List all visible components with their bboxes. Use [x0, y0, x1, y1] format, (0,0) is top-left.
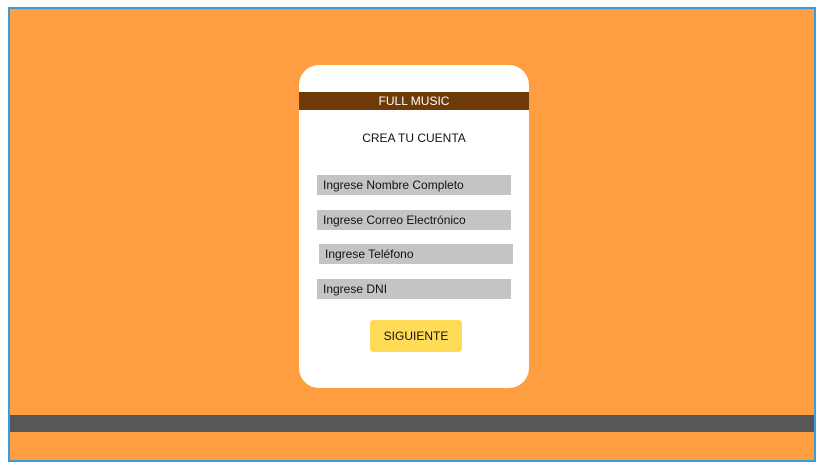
signup-card: FULL MUSIC CREA TU CUENTA SIGUIENTE	[299, 65, 529, 388]
footer-bar	[10, 415, 814, 432]
email-input[interactable]	[317, 210, 511, 230]
brand-header: FULL MUSIC	[299, 92, 529, 110]
form-title: CREA TU CUENTA	[362, 131, 466, 145]
dni-input[interactable]	[317, 279, 511, 299]
screen-frame: FULL MUSIC CREA TU CUENTA SIGUIENTE	[8, 7, 816, 462]
next-button[interactable]: SIGUIENTE	[370, 320, 462, 352]
full-name-input[interactable]	[317, 175, 511, 195]
phone-input[interactable]	[319, 244, 513, 264]
